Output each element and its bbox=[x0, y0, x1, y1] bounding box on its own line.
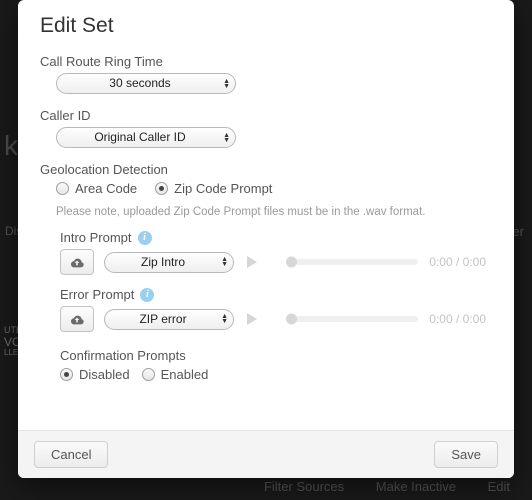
intro-prompt-label: Intro Prompt i bbox=[40, 230, 492, 245]
ring-time-group: Call Route Ring Time 30 seconds ▲▼ bbox=[40, 54, 492, 94]
caller-id-group: Caller ID Original Caller ID ▲▼ bbox=[40, 108, 492, 148]
radio-label: Area Code bbox=[75, 181, 137, 196]
intro-prompt-section: Intro Prompt i Zip Intro ▲▼ 0:00 / 0 bbox=[40, 230, 492, 275]
ring-time-select-wrap: 30 seconds ▲▼ bbox=[56, 73, 236, 94]
intro-time-display: 0:00 / 0:00 bbox=[429, 255, 492, 269]
bg-bottom-actions: Filter Sources Make Inactive Edit bbox=[236, 479, 510, 494]
caller-id-select[interactable]: Original Caller ID bbox=[56, 127, 236, 148]
info-icon: i bbox=[140, 288, 154, 302]
error-prompt-label: Error Prompt i bbox=[40, 287, 492, 302]
caller-id-label: Caller ID bbox=[40, 108, 492, 123]
bg-link: Filter Sources bbox=[264, 479, 344, 494]
radio-icon bbox=[60, 368, 73, 381]
radio-label: Enabled bbox=[161, 367, 209, 382]
modal-title: Edit Set bbox=[40, 14, 492, 38]
error-play-button[interactable] bbox=[244, 312, 258, 326]
confirmation-section: Confirmation Prompts Disabled Enabled bbox=[40, 348, 492, 382]
intro-upload-button[interactable] bbox=[60, 249, 94, 275]
geolocation-hint: Please note, uploaded Zip Code Prompt fi… bbox=[40, 206, 492, 218]
cloud-upload-icon bbox=[69, 255, 85, 269]
error-progress-slider[interactable] bbox=[288, 316, 418, 322]
error-prompt-select[interactable]: ZIP error bbox=[104, 309, 234, 330]
geolocation-zip-code-radio[interactable]: Zip Code Prompt bbox=[155, 181, 272, 196]
bg-link: Make Inactive bbox=[376, 479, 456, 494]
intro-progress-slider[interactable] bbox=[288, 259, 418, 265]
bg-text: LLE bbox=[4, 348, 18, 357]
geolocation-group: Geolocation Detection Area Code Zip Code… bbox=[40, 162, 492, 218]
edit-set-modal: Edit Set Call Route Ring Time 30 seconds… bbox=[18, 0, 514, 478]
error-prompt-section: Error Prompt i ZIP error ▲▼ 0:00 / 0 bbox=[40, 287, 492, 332]
ring-time-label: Call Route Ring Time bbox=[40, 54, 492, 69]
cancel-button[interactable]: Cancel bbox=[34, 441, 108, 468]
geolocation-area-code-radio[interactable]: Area Code bbox=[56, 181, 137, 196]
modal-body: Edit Set Call Route Ring Time 30 seconds… bbox=[18, 0, 514, 430]
confirmation-label-text: Confirmation Prompts bbox=[60, 348, 186, 363]
error-upload-button[interactable] bbox=[60, 306, 94, 332]
ring-time-select[interactable]: 30 seconds bbox=[56, 73, 236, 94]
slider-thumb-icon bbox=[286, 257, 297, 268]
save-button[interactable]: Save bbox=[434, 441, 498, 468]
radio-label: Disabled bbox=[79, 367, 130, 382]
intro-prompt-select-wrap: Zip Intro ▲▼ bbox=[104, 252, 234, 273]
error-time-display: 0:00 / 0:00 bbox=[429, 312, 492, 326]
caller-id-select-wrap: Original Caller ID ▲▼ bbox=[56, 127, 236, 148]
radio-icon bbox=[142, 368, 155, 381]
bg-link: Edit bbox=[488, 479, 510, 494]
radio-label: Zip Code Prompt bbox=[174, 181, 272, 196]
radio-icon bbox=[155, 182, 168, 195]
geolocation-label: Geolocation Detection bbox=[40, 162, 492, 177]
confirmation-label: Confirmation Prompts bbox=[40, 348, 492, 363]
error-prompt-label-text: Error Prompt bbox=[60, 287, 134, 302]
slider-thumb-icon bbox=[286, 314, 297, 325]
cloud-upload-icon bbox=[69, 312, 85, 326]
radio-icon bbox=[56, 182, 69, 195]
intro-prompt-select[interactable]: Zip Intro bbox=[104, 252, 234, 273]
intro-prompt-label-text: Intro Prompt bbox=[60, 230, 132, 245]
modal-footer: Cancel Save bbox=[18, 430, 514, 478]
info-icon: i bbox=[138, 231, 152, 245]
confirmation-enabled-radio[interactable]: Enabled bbox=[142, 367, 209, 382]
intro-play-button[interactable] bbox=[244, 255, 258, 269]
error-prompt-select-wrap: ZIP error ▲▼ bbox=[104, 309, 234, 330]
confirmation-disabled-radio[interactable]: Disabled bbox=[60, 367, 130, 382]
